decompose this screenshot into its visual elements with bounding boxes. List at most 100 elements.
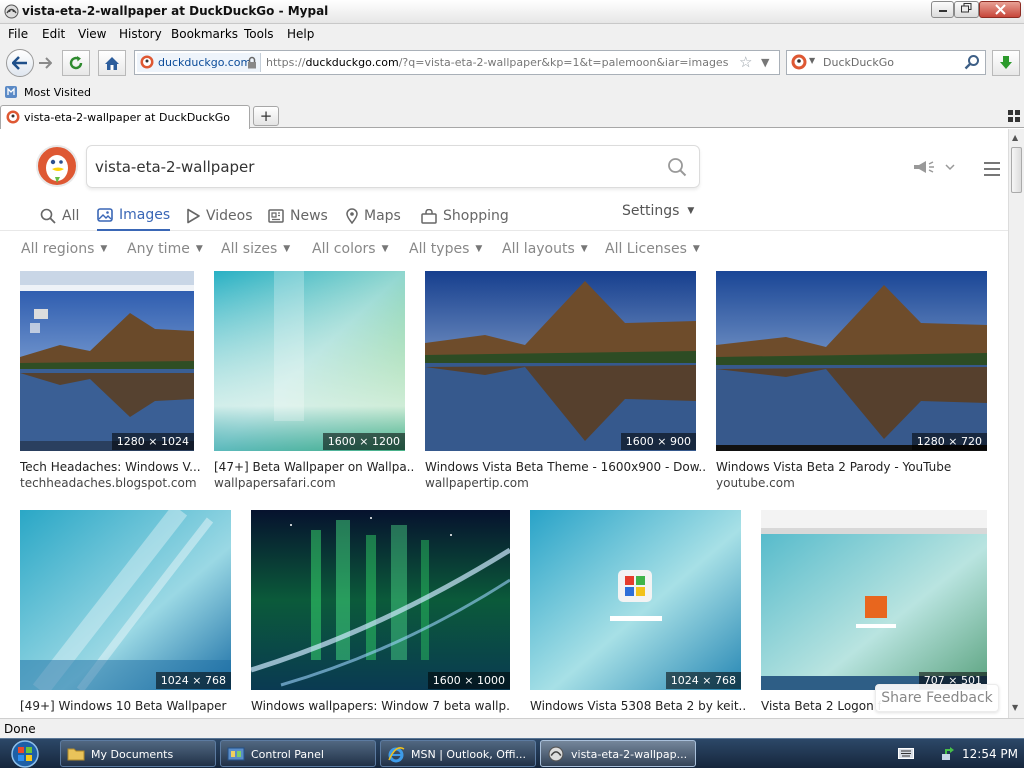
image-result[interactable]: 1600 × 1000 Windows wallpapers: Window 7… xyxy=(251,510,510,718)
image-dimensions: 1600 × 1200 xyxy=(322,433,405,450)
result-source[interactable]: techheadaches.blogspot.com xyxy=(20,476,200,490)
engine-dropdown-icon[interactable]: ▼ xyxy=(809,56,815,65)
tab-videos-label: Videos xyxy=(206,208,253,224)
menu-help[interactable]: Help xyxy=(287,27,314,41)
tab-videos[interactable]: Videos xyxy=(186,201,253,231)
menu-tools[interactable]: Tools xyxy=(244,27,274,41)
scrollbar-thumb[interactable] xyxy=(1011,147,1022,193)
result-title[interactable]: Vista Beta 2 Logon f... xyxy=(761,699,881,713)
site-identity-box[interactable]: duckduckgo.com xyxy=(137,53,261,72)
result-thumbnail[interactable] xyxy=(716,271,987,451)
reload-button[interactable] xyxy=(62,50,90,76)
filter-colors[interactable]: All colors ▼ xyxy=(312,241,389,257)
taskbar-item-my-documents[interactable]: My Documents xyxy=(60,740,216,767)
menu-file[interactable]: File xyxy=(8,27,28,41)
image-result[interactable]: 1280 × 1024 Tech Headaches: Windows V...… xyxy=(20,271,200,491)
network-tray-icon[interactable] xyxy=(940,745,956,761)
image-dimensions: 1600 × 900 xyxy=(620,433,696,450)
announcement-icon[interactable] xyxy=(912,159,956,178)
settings-dropdown[interactable]: Settings ▼ xyxy=(622,203,694,219)
image-result[interactable]: 1280 × 720 Windows Vista Beta 2 Parody -… xyxy=(716,271,987,491)
tab-maps[interactable]: Maps xyxy=(346,201,401,231)
filter-sizes[interactable]: All sizes ▼ xyxy=(221,241,290,257)
share-feedback-button[interactable]: Share Feedback xyxy=(875,684,999,712)
tab-shopping[interactable]: Shopping xyxy=(421,201,509,231)
keyboard-tray-icon[interactable] xyxy=(898,748,914,759)
taskbar-item-label: Control Panel xyxy=(251,748,324,761)
result-thumbnail[interactable] xyxy=(20,271,194,451)
menu-edit[interactable]: Edit xyxy=(42,27,65,41)
result-title[interactable]: Tech Headaches: Windows V... xyxy=(20,460,200,474)
hamburger-menu-icon[interactable] xyxy=(984,162,1000,179)
result-thumbnail[interactable] xyxy=(251,510,510,690)
back-arrow-icon xyxy=(12,56,27,70)
shopping-bag-icon xyxy=(421,208,437,224)
map-pin-icon xyxy=(346,208,358,224)
result-source[interactable]: wallpapertip.com xyxy=(425,476,705,490)
result-title[interactable]: Windows Vista 5308 Beta 2 by keit... xyxy=(530,699,745,713)
result-thumbnail[interactable] xyxy=(530,510,741,690)
image-result[interactable]: 1024 × 768 [49+] Windows 10 Beta Wallpap… xyxy=(20,510,231,718)
result-thumbnail[interactable] xyxy=(20,510,231,690)
start-orb-icon[interactable] xyxy=(6,739,44,768)
most-visited-bookmark[interactable]: Most Visited xyxy=(24,86,91,99)
search-bar[interactable]: ▼ DuckDuckGo xyxy=(786,50,986,75)
result-source[interactable]: wallpapersafari.com xyxy=(214,476,414,490)
new-tab-button[interactable]: + xyxy=(253,106,279,126)
menu-history[interactable]: History xyxy=(119,27,162,41)
duckduckgo-logo[interactable] xyxy=(36,145,78,187)
result-thumbnail[interactable] xyxy=(761,510,987,690)
scroll-down-icon[interactable]: ▼ xyxy=(1012,703,1018,712)
image-result[interactable]: 1024 × 768 Windows Vista 5308 Beta 2 by … xyxy=(530,510,745,718)
menu-view[interactable]: View xyxy=(78,27,106,41)
filter-layouts[interactable]: All layouts ▼ xyxy=(502,241,588,257)
result-title[interactable]: Windows wallpapers: Window 7 beta wallp.… xyxy=(251,699,510,713)
image-result[interactable]: 1600 × 1200 [47+] Beta Wallpaper on Wall… xyxy=(214,271,414,491)
downloads-button[interactable] xyxy=(992,50,1020,76)
image-result[interactable]: 1600 × 900 Windows Vista Beta Theme - 16… xyxy=(425,271,705,491)
close-button[interactable] xyxy=(979,1,1021,18)
result-title[interactable]: Windows Vista Beta 2 Parody - YouTube xyxy=(716,460,996,474)
bookmarks-toolbar: Most Visited xyxy=(0,82,1024,102)
tab-strip: vista-eta-2-wallpaper at DuckDuckGo + xyxy=(0,102,1024,129)
maximize-button[interactable] xyxy=(954,1,979,18)
search-icon[interactable] xyxy=(667,157,687,177)
title-bar: vista-eta-2-wallpaper at DuckDuckGo - My… xyxy=(0,0,1024,24)
result-title[interactable]: Windows Vista Beta Theme - 1600x900 - Do… xyxy=(425,460,705,474)
filter-regions[interactable]: All regions ▼ xyxy=(21,241,107,257)
result-title[interactable]: [47+] Beta Wallpaper on Wallpa... xyxy=(214,460,414,474)
search-icon[interactable] xyxy=(964,54,980,70)
taskbar-item-mypal[interactable]: vista-eta-2-wallpap... xyxy=(540,740,696,767)
result-thumbnail[interactable] xyxy=(214,271,405,451)
result-title[interactable]: [49+] Windows 10 Beta Wallpaper ... xyxy=(20,699,230,713)
result-source[interactable]: youtube.com xyxy=(716,476,996,490)
tab-active[interactable]: vista-eta-2-wallpaper at DuckDuckGo xyxy=(0,105,250,129)
url-bar[interactable]: duckduckgo.com https://duckduckgo.com/?q… xyxy=(134,50,780,75)
filter-licenses[interactable]: All Licenses ▼ xyxy=(605,241,700,257)
result-thumbnail[interactable] xyxy=(425,271,696,451)
url-text[interactable]: https://duckduckgo.com/?q=vista-eta-2-wa… xyxy=(266,56,728,69)
search-query[interactable]: vista-eta-2-wallpaper xyxy=(95,158,254,176)
vertical-scrollbar[interactable]: ▲ ▼ xyxy=(1008,129,1024,718)
forward-button[interactable] xyxy=(34,50,56,76)
tab-all[interactable]: All xyxy=(40,201,79,231)
search-box[interactable]: vista-eta-2-wallpaper xyxy=(86,145,700,188)
home-button[interactable] xyxy=(98,50,126,76)
back-button[interactable] xyxy=(6,49,34,77)
menu-bookmarks[interactable]: Bookmarks xyxy=(171,27,238,41)
tab-images-label: Images xyxy=(119,207,171,223)
duckduckgo-engine-icon[interactable] xyxy=(791,54,807,70)
taskbar-item-msn[interactable]: MSN | Outlook, Offi... xyxy=(380,740,536,767)
tab-list-icon[interactable] xyxy=(1008,110,1020,122)
bookmark-star-icon[interactable]: ☆ xyxy=(739,53,752,71)
filter-types[interactable]: All types ▼ xyxy=(409,241,482,257)
minimize-button[interactable] xyxy=(931,1,954,18)
scroll-up-icon[interactable]: ▲ xyxy=(1012,133,1018,142)
filter-time[interactable]: Any time ▼ xyxy=(127,241,203,257)
url-dropdown-icon[interactable]: ▼ xyxy=(761,56,769,69)
clock[interactable]: 12:54 PM xyxy=(962,747,1018,761)
taskbar-item-control-panel[interactable]: Control Panel xyxy=(220,740,376,767)
filter-colors-label: All colors xyxy=(312,241,376,257)
tab-news[interactable]: News xyxy=(268,201,328,231)
tab-images[interactable]: Images xyxy=(97,201,171,231)
